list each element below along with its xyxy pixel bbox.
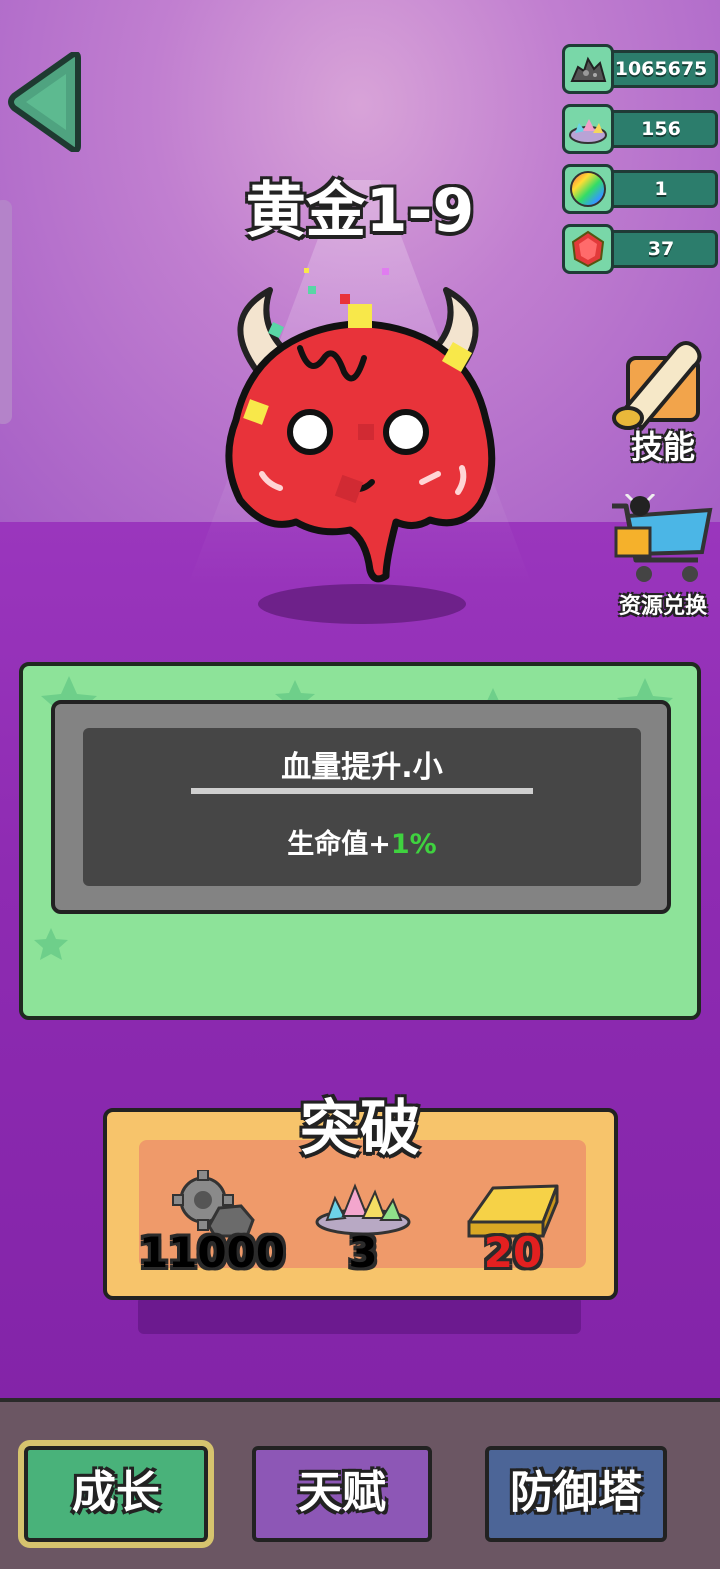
resource-value: 1065675: [614, 58, 708, 80]
skills-label: 技能: [630, 428, 695, 466]
resource-value: 1: [654, 178, 668, 200]
back-arrow-icon: [8, 51, 81, 153]
red-slime-monster: [225, 268, 496, 583]
resource-value: 37: [647, 238, 675, 260]
effect-value: 1%: [390, 829, 437, 860]
back-button[interactable]: [6, 51, 86, 153]
resource-crystal: 37: [562, 224, 720, 274]
resource-orb: 1: [562, 164, 720, 214]
shopping-cart-icon: [612, 492, 713, 582]
cost-value-scrap: 11000: [138, 1228, 286, 1277]
skills-button[interactable]: 技能: [606, 340, 720, 470]
resource-exchange-button[interactable]: 资源兑换: [606, 492, 720, 619]
breakthrough-shadow: [138, 1296, 581, 1334]
cost-value-crystal: 3: [348, 1228, 378, 1277]
upgrade-effect: 生命值+1%: [83, 822, 641, 861]
bottom-nav: 成长 天赋 防御塔: [0, 1398, 720, 1569]
breakthrough-title: 突破: [300, 1094, 420, 1164]
upgrade-panel: 血量提升.小 生命值+1%: [19, 662, 701, 1020]
tab-growth[interactable]: 成长: [18, 1440, 214, 1548]
divider: [191, 788, 533, 794]
monster-shadow: [258, 584, 466, 624]
tab-defense-tower[interactable]: 防御塔: [485, 1446, 667, 1542]
upgrade-card: 血量提升.小 生命值+1%: [51, 700, 671, 914]
resource-scrap: 1065675: [562, 44, 720, 94]
upgrade-name: 血量提升.小: [281, 750, 443, 785]
resource-gems: 156: [562, 104, 720, 154]
exchange-label: 资源兑换: [618, 594, 707, 619]
resource-value: 156: [641, 118, 681, 140]
effect-label: 生命值+: [287, 829, 391, 860]
tab-talent[interactable]: 天赋: [252, 1446, 432, 1542]
cost-value-gold: 20: [483, 1228, 543, 1277]
